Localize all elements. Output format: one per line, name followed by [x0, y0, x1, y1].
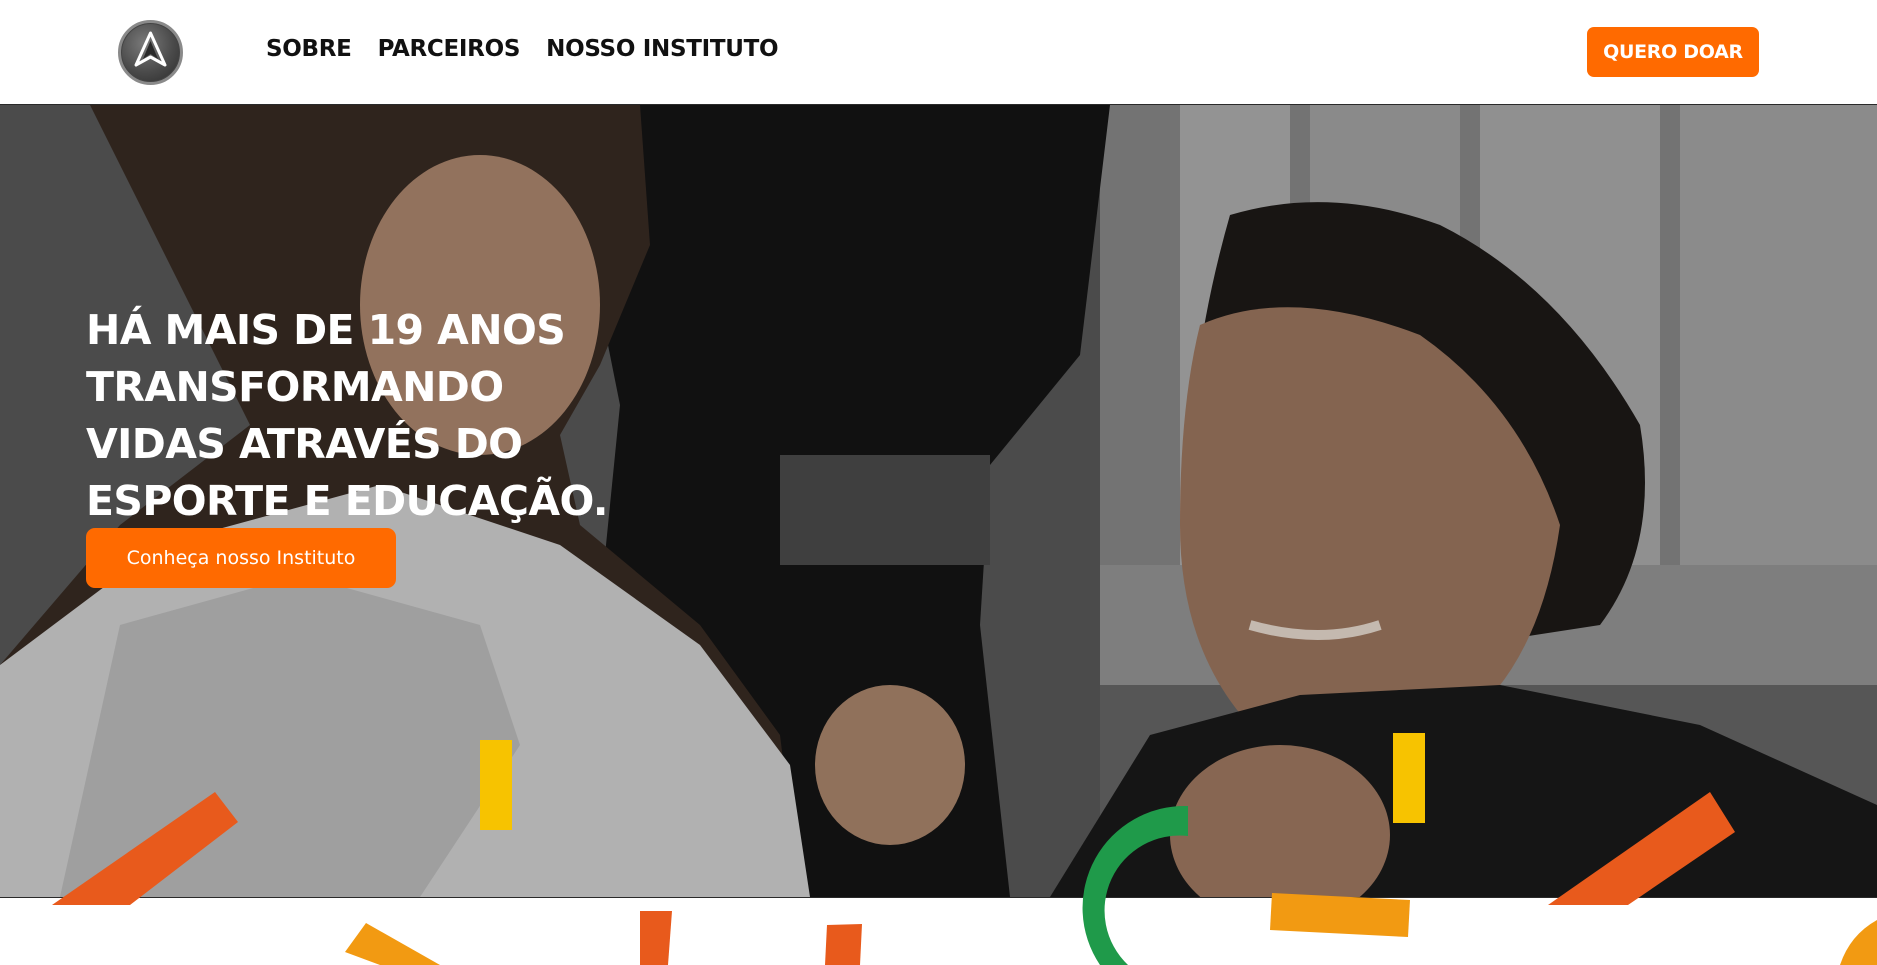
logo[interactable]: [118, 20, 183, 85]
main-nav: SOBRE PARCEIROS NOSSO INSTITUTO: [266, 36, 779, 62]
jiu-jitsu-triangle-logo-icon: [134, 31, 167, 67]
nav-sobre-link[interactable]: SOBRE: [266, 36, 352, 62]
section-divider: [0, 897, 1877, 965]
hero-title: HÁ MAIS DE 19 ANOS TRANSFORMANDO VIDAS A…: [86, 306, 608, 525]
hero-section: HÁ MAIS DE 19 ANOS TRANSFORMANDO VIDAS A…: [0, 105, 1877, 897]
site-header: SOBRE PARCEIROS NOSSO INSTITUTO QUERO DO…: [0, 0, 1877, 105]
learn-more-button[interactable]: Conheça nosso Instituto: [86, 528, 396, 588]
donate-button[interactable]: QUERO DOAR: [1587, 27, 1759, 77]
nav-parceiros-link[interactable]: PARCEIROS: [378, 36, 521, 62]
nav-nosso-instituto-link[interactable]: NOSSO INSTITUTO: [546, 36, 778, 62]
